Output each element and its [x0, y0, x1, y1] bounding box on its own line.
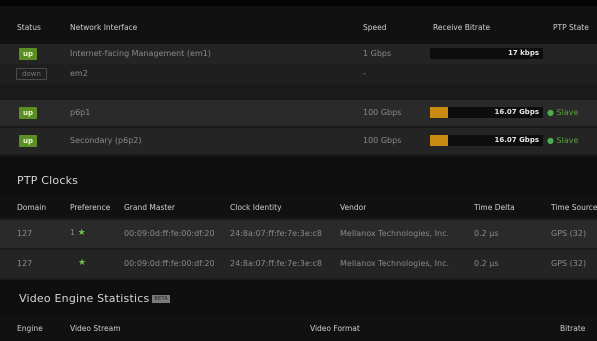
bitrate-label: 17 kbps: [507, 49, 539, 57]
bitrate-fill: [430, 107, 449, 118]
beta-badge: BETA: [152, 295, 170, 303]
col-ptp-state: PTP State: [553, 23, 589, 32]
ptp-clock-identity: 24:8a:07:ff:fe:7e:3e:c8: [230, 229, 322, 238]
star-icon: ★: [78, 258, 87, 268]
section-title: PTP Clocks: [17, 174, 79, 187]
interface-name: em2: [70, 69, 88, 78]
star-icon: ★: [77, 228, 86, 238]
col-video-format: Video Format: [310, 324, 360, 333]
col-bitrate: Bitrate: [560, 324, 586, 333]
col-vendor: Vendor: [340, 203, 367, 212]
ptp-state: ● Slave: [547, 108, 579, 117]
bitrate-label: 16.07 Gbps: [494, 108, 539, 116]
table-row[interactable]: up p6p1 100 Gbps 16.07 Gbps ● Slave: [0, 100, 597, 126]
ptp-domain: 127: [17, 259, 33, 268]
table-row[interactable]: 127 1 ★ 00:09:0d:ff:fe:00:df:20 24:8a:07…: [0, 220, 597, 248]
col-status: Status: [17, 23, 41, 32]
interface-speed: -: [363, 69, 366, 78]
bitrate-bar: 16.07 Gbps: [430, 107, 543, 118]
col-preference: Preference: [70, 203, 111, 212]
col-time-source: Time Source: [551, 203, 597, 212]
interface-speed: 1 Gbps: [363, 49, 392, 58]
ptp-clock-identity: 24:8a:07:ff:fe:7e:3e:c8: [230, 259, 322, 268]
interface-speed: 100 Gbps: [363, 136, 402, 145]
status-badge: down: [16, 68, 47, 80]
ptp-domain: 127: [17, 229, 33, 238]
bitrate-bar: 17 kbps: [430, 48, 543, 59]
interface-name: p6p1: [70, 108, 91, 117]
interface-speed: 100 Gbps: [363, 108, 402, 117]
bitrate-bar: 16.07 Gbps: [430, 135, 543, 146]
col-network-interface: Network Interface: [70, 23, 138, 32]
status-badge: up: [19, 107, 37, 119]
col-grand-master: Grand Master: [124, 203, 176, 212]
col-time-delta: Time Delta: [474, 203, 515, 212]
ptp-clocks-header: Domain Preference Grand Master Clock Ide…: [0, 196, 597, 218]
col-receive-bitrate: Receive Bitrate: [433, 23, 491, 32]
status-badge: up: [19, 48, 37, 60]
ptp-preference: ★: [78, 258, 86, 268]
ptp-vendor: Mellanox Technologies, Inc.: [340, 229, 450, 238]
ptp-state: ● Slave: [547, 136, 579, 145]
ptp-time-delta: 0.2 µs: [474, 229, 499, 238]
ptp-time-source: GPS (32): [551, 259, 587, 268]
section-title: Video Engine Statistics BETA: [19, 292, 170, 305]
ptp-preference: 1 ★: [70, 228, 86, 238]
ptp-time-delta: 0.2 µs: [474, 259, 499, 268]
bitrate-fill: [430, 135, 449, 146]
video-engine-header: Engine Video Stream Video Format Bitrate: [0, 316, 597, 341]
col-engine: Engine: [17, 324, 43, 333]
col-video-stream: Video Stream: [70, 324, 121, 333]
ptp-clocks-section: PTP Clocks: [0, 156, 597, 196]
table-row[interactable]: up Internet-facing Management (em1) 1 Gb…: [0, 44, 597, 64]
interface-name: Internet-facing Management (em1): [70, 49, 211, 58]
ptp-grand-master: 00:09:0d:ff:fe:00:df:20: [124, 259, 215, 268]
table-row[interactable]: down em2 -: [0, 64, 597, 84]
ptp-vendor: Mellanox Technologies, Inc.: [340, 259, 450, 268]
ptp-grand-master: 00:09:0d:ff:fe:00:df:20: [124, 229, 215, 238]
bitrate-label: 16.07 Gbps: [494, 136, 539, 144]
table-row[interactable]: up Secondary (p6p2) 100 Gbps 16.07 Gbps …: [0, 128, 597, 154]
interfaces-header: Status Network Interface Speed Receive B…: [0, 6, 597, 44]
col-domain: Domain: [17, 203, 47, 212]
ptp-time-source: GPS (32): [551, 229, 587, 238]
interface-name: Secondary (p6p2): [70, 136, 142, 145]
status-badge: up: [19, 135, 37, 147]
col-clock-identity: Clock Identity: [230, 203, 282, 212]
col-speed: Speed: [363, 23, 387, 32]
video-engine-section: Video Engine Statistics BETA: [0, 280, 597, 316]
table-row[interactable]: 127 ★ 00:09:0d:ff:fe:00:df:20 24:8a:07:f…: [0, 250, 597, 278]
